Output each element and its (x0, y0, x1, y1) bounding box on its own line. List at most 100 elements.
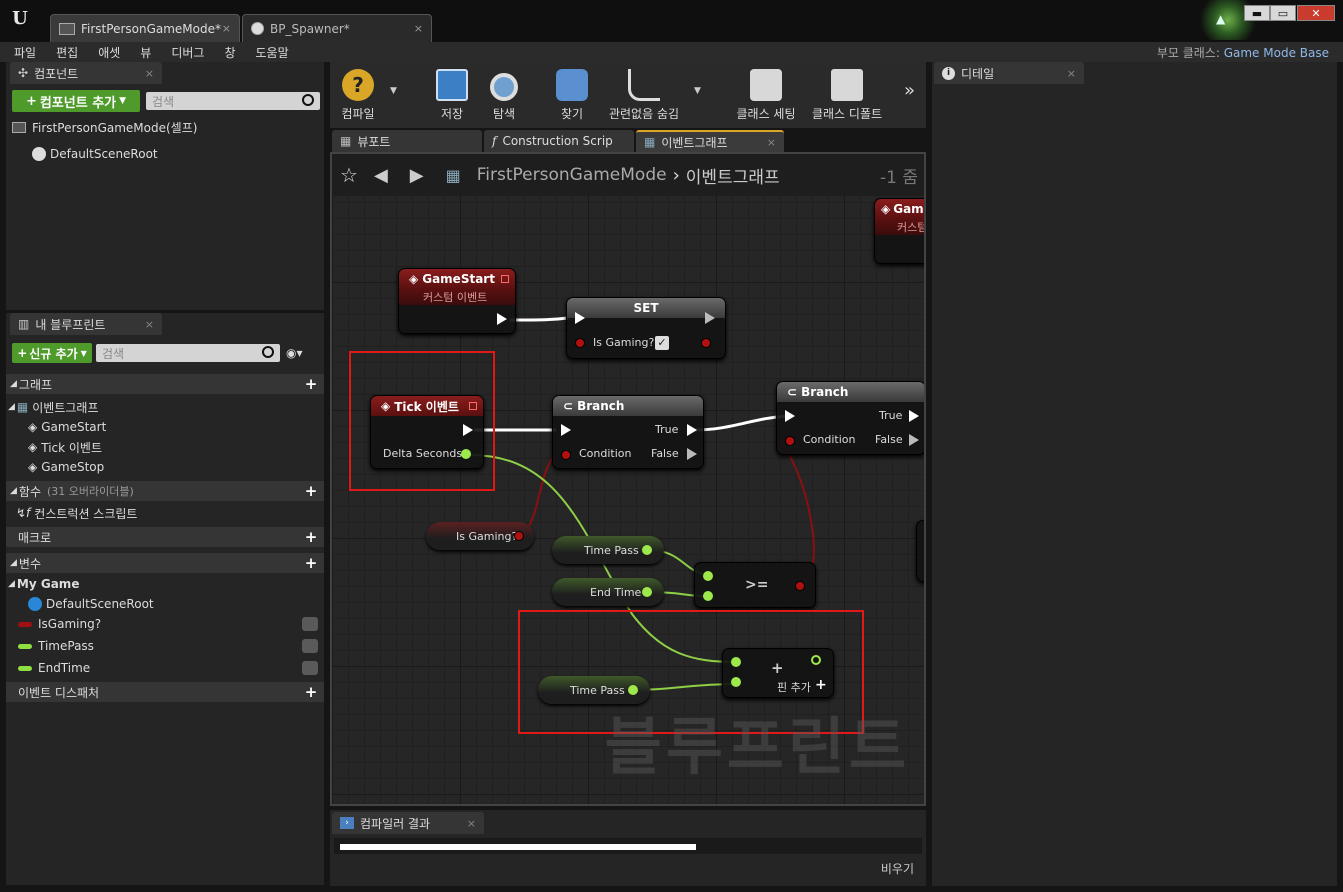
exec-in-pin[interactable] (785, 410, 795, 422)
tab-my-blueprint[interactable]: ▥ 내 블루프린트 × (10, 313, 162, 335)
menu-file[interactable]: 파일 (0, 44, 46, 61)
graphs-section[interactable]: ◢ 그래프 + (6, 374, 324, 394)
save-button[interactable]: 저장 (432, 66, 472, 122)
eye-toggle-icon[interactable] (302, 639, 318, 653)
tab-firstpersongamemode[interactable]: FirstPersonGameMode* × (50, 14, 240, 42)
close-icon[interactable]: × (414, 22, 423, 35)
component-defaultsceneroot[interactable]: DefaultSceneRoot (32, 144, 158, 164)
variable-timepass[interactable]: TimePass (18, 636, 324, 656)
browse-button[interactable]: 탐색 (482, 66, 526, 122)
add-graph-icon[interactable]: + (304, 377, 318, 392)
compile-button[interactable]: ? 컴파일 (334, 66, 382, 122)
timepass-getter-node[interactable]: Time Pass (552, 536, 664, 564)
add-function-icon[interactable]: + (304, 484, 318, 499)
add-component-button[interactable]: + 컴포넌트 추가 ▼ (12, 90, 140, 112)
add-dispatcher-icon[interactable]: + (304, 685, 318, 700)
float-out-pin[interactable] (642, 545, 652, 555)
minimize-button[interactable]: ▬ (1244, 5, 1270, 21)
exec-in-pin[interactable] (561, 424, 571, 436)
tab-components[interactable]: ✣ 컴포넌트 × (10, 62, 162, 84)
tab-construction-script[interactable]: f Construction Scrip (484, 130, 634, 152)
event-item-gamestart[interactable]: ◈ GameStart (28, 417, 106, 437)
close-icon[interactable]: × (1067, 67, 1076, 80)
endtime-getter-node[interactable]: End Time (552, 578, 664, 606)
tab-eventgraph[interactable]: ▦ 이벤트그래프 × (636, 130, 784, 152)
menu-window[interactable]: 창 (214, 44, 245, 61)
float-in-pin[interactable] (703, 591, 713, 601)
graduation-cap-icon[interactable]: ▲ (1216, 12, 1232, 26)
eye-toggle-icon[interactable] (302, 661, 318, 675)
find-button[interactable]: 찾기 (552, 66, 592, 122)
maximize-button[interactable]: ▭ (1270, 5, 1296, 21)
variables-section[interactable]: ◢ 변수 + (6, 553, 324, 573)
close-icon[interactable]: × (467, 817, 476, 830)
menu-debug[interactable]: 디버그 (161, 44, 214, 61)
eye-icon[interactable]: ◉▾ (286, 346, 303, 360)
add-new-button[interactable]: + 신규 추가 ▼ (12, 343, 92, 363)
hide-unrelated-button[interactable]: 관련없음 숨김 (604, 66, 684, 122)
set-node[interactable]: SET Is Gaming? ✓ (566, 297, 726, 359)
gamestop-node[interactable]: ◈ Game 커스텀 (874, 198, 924, 264)
bool-in-pin[interactable] (561, 450, 571, 460)
parent-class-value[interactable]: Game Mode Base (1224, 46, 1329, 60)
exec-in-pin[interactable] (575, 312, 585, 324)
exec-false-pin[interactable] (687, 448, 697, 460)
bool-out-pin[interactable] (795, 581, 805, 591)
class-settings-button[interactable]: 클래스 세팅 (732, 66, 800, 122)
menu-help[interactable]: 도움말 (246, 44, 299, 61)
add-variable-icon[interactable]: + (304, 556, 318, 571)
exec-false-pin[interactable] (909, 434, 919, 446)
checkbox-checked[interactable]: ✓ (655, 336, 669, 350)
class-defaults-button[interactable]: 클래스 디폴트 (808, 66, 886, 122)
add-macro-icon[interactable]: + (304, 530, 318, 545)
bool-out-pin[interactable] (514, 531, 524, 541)
tab-details[interactable]: i 디테일 × (934, 62, 1084, 84)
menu-asset[interactable]: 애셋 (88, 44, 130, 61)
tab-bp-spawner[interactable]: BP_Spawner* × (242, 14, 432, 42)
close-icon[interactable]: × (145, 318, 154, 331)
caret-down-icon[interactable]: ▼ (694, 86, 701, 96)
functions-section[interactable]: ◢ 함수 (31 오버라이더블) + (6, 481, 324, 501)
eventgraph-item[interactable]: ◢ ▦ 이벤트그래프 (8, 397, 99, 417)
exec-true-pin[interactable] (687, 424, 697, 436)
tab-compiler-results[interactable]: › 컴파일러 결과 × (332, 812, 484, 834)
expand-toolbar-icon[interactable]: » (904, 80, 915, 101)
menu-view[interactable]: 뷰 (130, 44, 161, 61)
bool-in-pin[interactable] (575, 338, 585, 348)
branch-node-2[interactable]: ⊂ Branch True Condition False (776, 381, 924, 455)
branch-node-1[interactable]: ⊂ Branch True Condition False (552, 395, 704, 469)
eye-toggle-icon[interactable] (302, 617, 318, 631)
exec-out-pin[interactable] (497, 313, 507, 325)
variable-isgaming[interactable]: IsGaming? (18, 614, 324, 634)
delegate-pin[interactable] (501, 275, 509, 283)
event-graph-canvas[interactable]: ☆ ◀ ▶ ▦ FirstPersonGameMode › 이벤트그래프 -1 … (330, 152, 926, 806)
dispatchers-section[interactable]: 이벤트 디스패처 + (6, 682, 324, 702)
event-item-tick[interactable]: ◈ Tick 이벤트 (28, 437, 102, 457)
exec-out-pin[interactable] (705, 312, 715, 324)
blueprint-search-input[interactable]: 검색 (96, 344, 280, 362)
construction-script-item[interactable]: ↯f 컨스트럭션 스크립트 (16, 503, 137, 523)
component-self[interactable]: FirstPersonGameMode(셀프) (12, 117, 197, 137)
caret-down-icon[interactable]: ▼ (390, 86, 397, 96)
float-out-pin[interactable] (642, 587, 652, 597)
isgaming-getter-node[interactable]: Is Gaming? (426, 522, 534, 550)
variable-endtime[interactable]: EndTime (18, 658, 324, 678)
event-item-gamestop[interactable]: ◈ GameStop (28, 457, 104, 477)
components-search-input[interactable]: 검색 (146, 92, 320, 110)
greater-equal-node[interactable]: >= (694, 562, 816, 608)
bool-in-pin[interactable] (785, 436, 795, 446)
horizontal-scrollbar[interactable] (340, 844, 696, 850)
close-button[interactable]: ✕ (1297, 5, 1335, 21)
clear-button[interactable]: 비우기 (881, 860, 914, 877)
variable-defaultsceneroot[interactable]: DefaultSceneRoot (28, 594, 154, 614)
offscreen-node[interactable] (916, 520, 924, 582)
close-icon[interactable]: × (145, 67, 154, 80)
bool-out-pin[interactable] (701, 338, 711, 348)
float-in-pin[interactable] (703, 571, 713, 581)
close-icon[interactable]: × (767, 136, 776, 149)
tab-viewport[interactable]: ▦ 뷰포트 (332, 130, 482, 152)
variable-category[interactable]: ◢ My Game (8, 574, 79, 594)
macros-section[interactable]: 매크로 + (6, 527, 324, 547)
menu-edit[interactable]: 편집 (46, 44, 88, 61)
gamestart-node[interactable]: ◈ GameStart 커스텀 이벤트 (398, 268, 516, 334)
